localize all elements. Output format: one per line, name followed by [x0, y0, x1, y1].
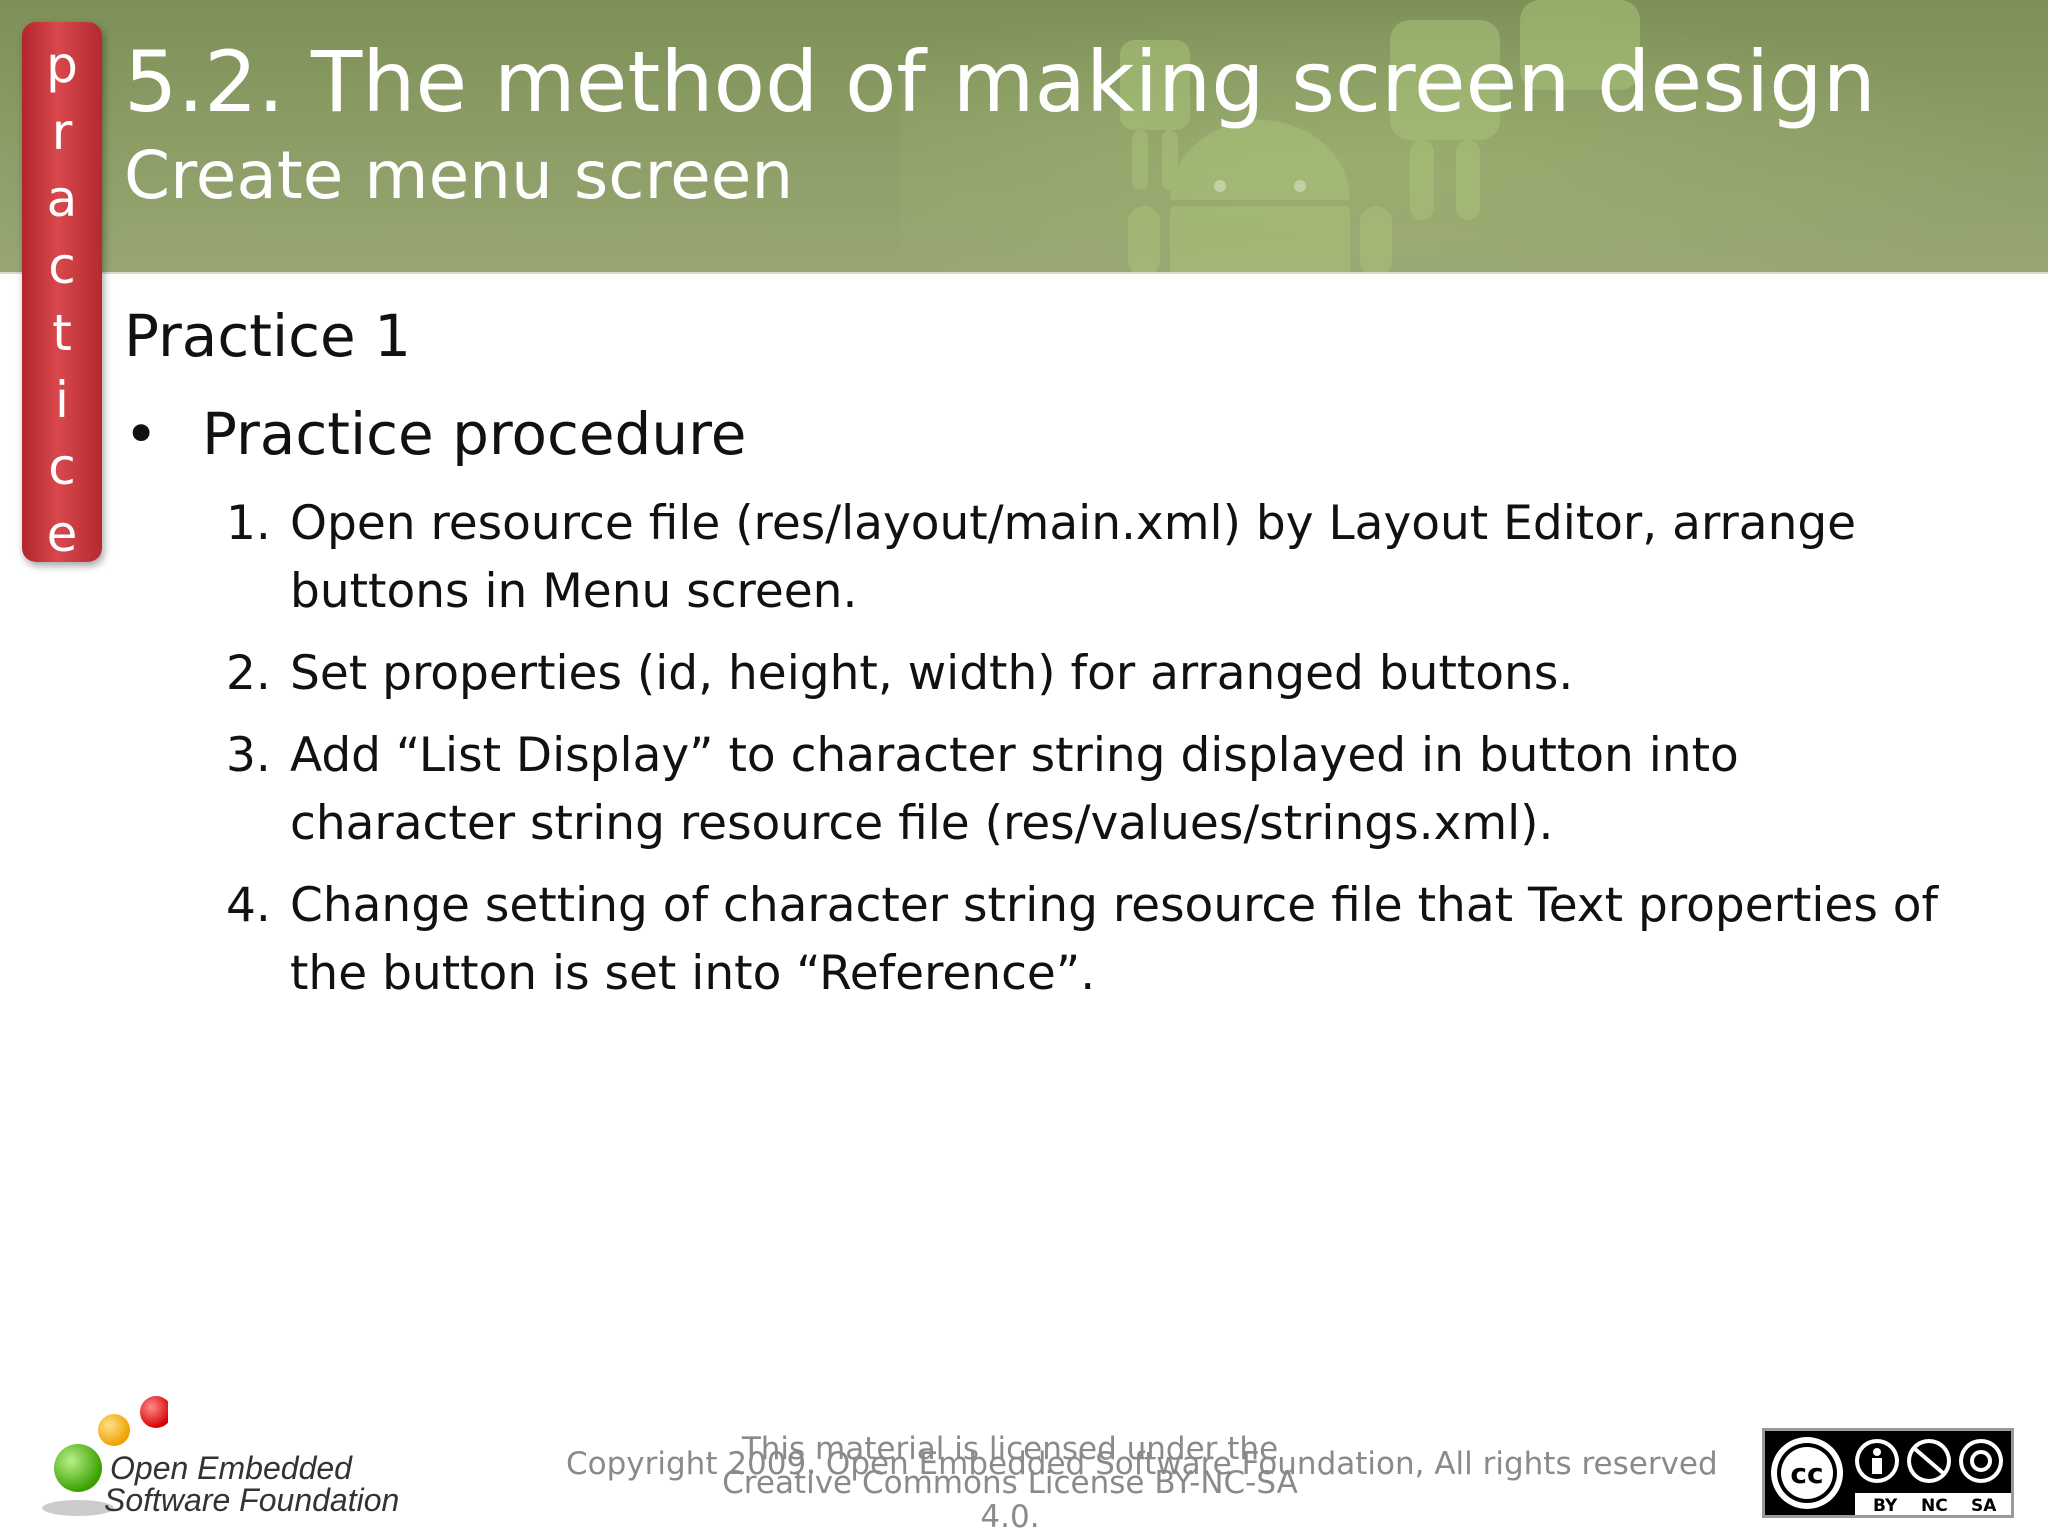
cc-label: cc	[1790, 1457, 1823, 1490]
procedure-steps: 1. Open resource file (res/layout/main.x…	[226, 490, 1946, 1022]
practice-heading: Practice 1	[124, 302, 411, 370]
oesf-logo: Open Embedded Software Foundation	[38, 1390, 400, 1520]
step-number: 2.	[226, 646, 271, 701]
tab-letter: c	[48, 237, 76, 295]
logo-text-line2: Software Foundation	[104, 1482, 400, 1518]
tab-letter: p	[46, 36, 78, 94]
by-label: BY	[1873, 1496, 1898, 1515]
cc-license-badge: cc BY NC SA	[1762, 1428, 2014, 1518]
nc-label: NC	[1921, 1496, 1948, 1515]
step-text: Add “List Display” to character string d…	[290, 728, 1739, 851]
tab-letter: i	[55, 371, 69, 429]
step-number: 4.	[226, 878, 271, 933]
tab-letter: e	[46, 505, 78, 563]
tab-letter: t	[52, 304, 72, 362]
slide-subtitle: Create menu screen	[124, 137, 794, 214]
cc-badge-icons: cc BY NC SA	[1765, 1431, 2011, 1516]
license-text: This material is licensed under the Crea…	[722, 1431, 1298, 1535]
step-number: 1.	[226, 496, 271, 551]
tab-letter: a	[46, 170, 78, 228]
step-text: Set properties (id, height, width) for a…	[290, 646, 1574, 701]
step-item: 3. Add “List Display” to character strin…	[226, 722, 1946, 858]
slide-title: 5.2. The method of making screen design	[124, 33, 1876, 131]
bullet-text: Practice procedure	[202, 400, 747, 468]
step-text: Change setting of character string resou…	[290, 878, 1939, 1001]
practice-side-tab: p r a c t i c e	[22, 22, 102, 563]
tab-letter: r	[51, 103, 73, 161]
step-number: 3.	[226, 728, 271, 783]
tab-letter: c	[48, 438, 76, 496]
header-banner: 5.2. The method of making screen design …	[0, 0, 2048, 274]
step-item: 4. Change setting of character string re…	[226, 872, 1946, 1008]
step-item: 1. Open resource file (res/layout/main.x…	[226, 490, 1946, 626]
bullet-icon: •	[124, 400, 159, 468]
sa-label: SA	[1971, 1496, 1997, 1515]
step-item: 2. Set properties (id, height, width) fo…	[226, 640, 1946, 708]
step-text: Open resource file (res/layout/main.xml)…	[290, 496, 1857, 619]
